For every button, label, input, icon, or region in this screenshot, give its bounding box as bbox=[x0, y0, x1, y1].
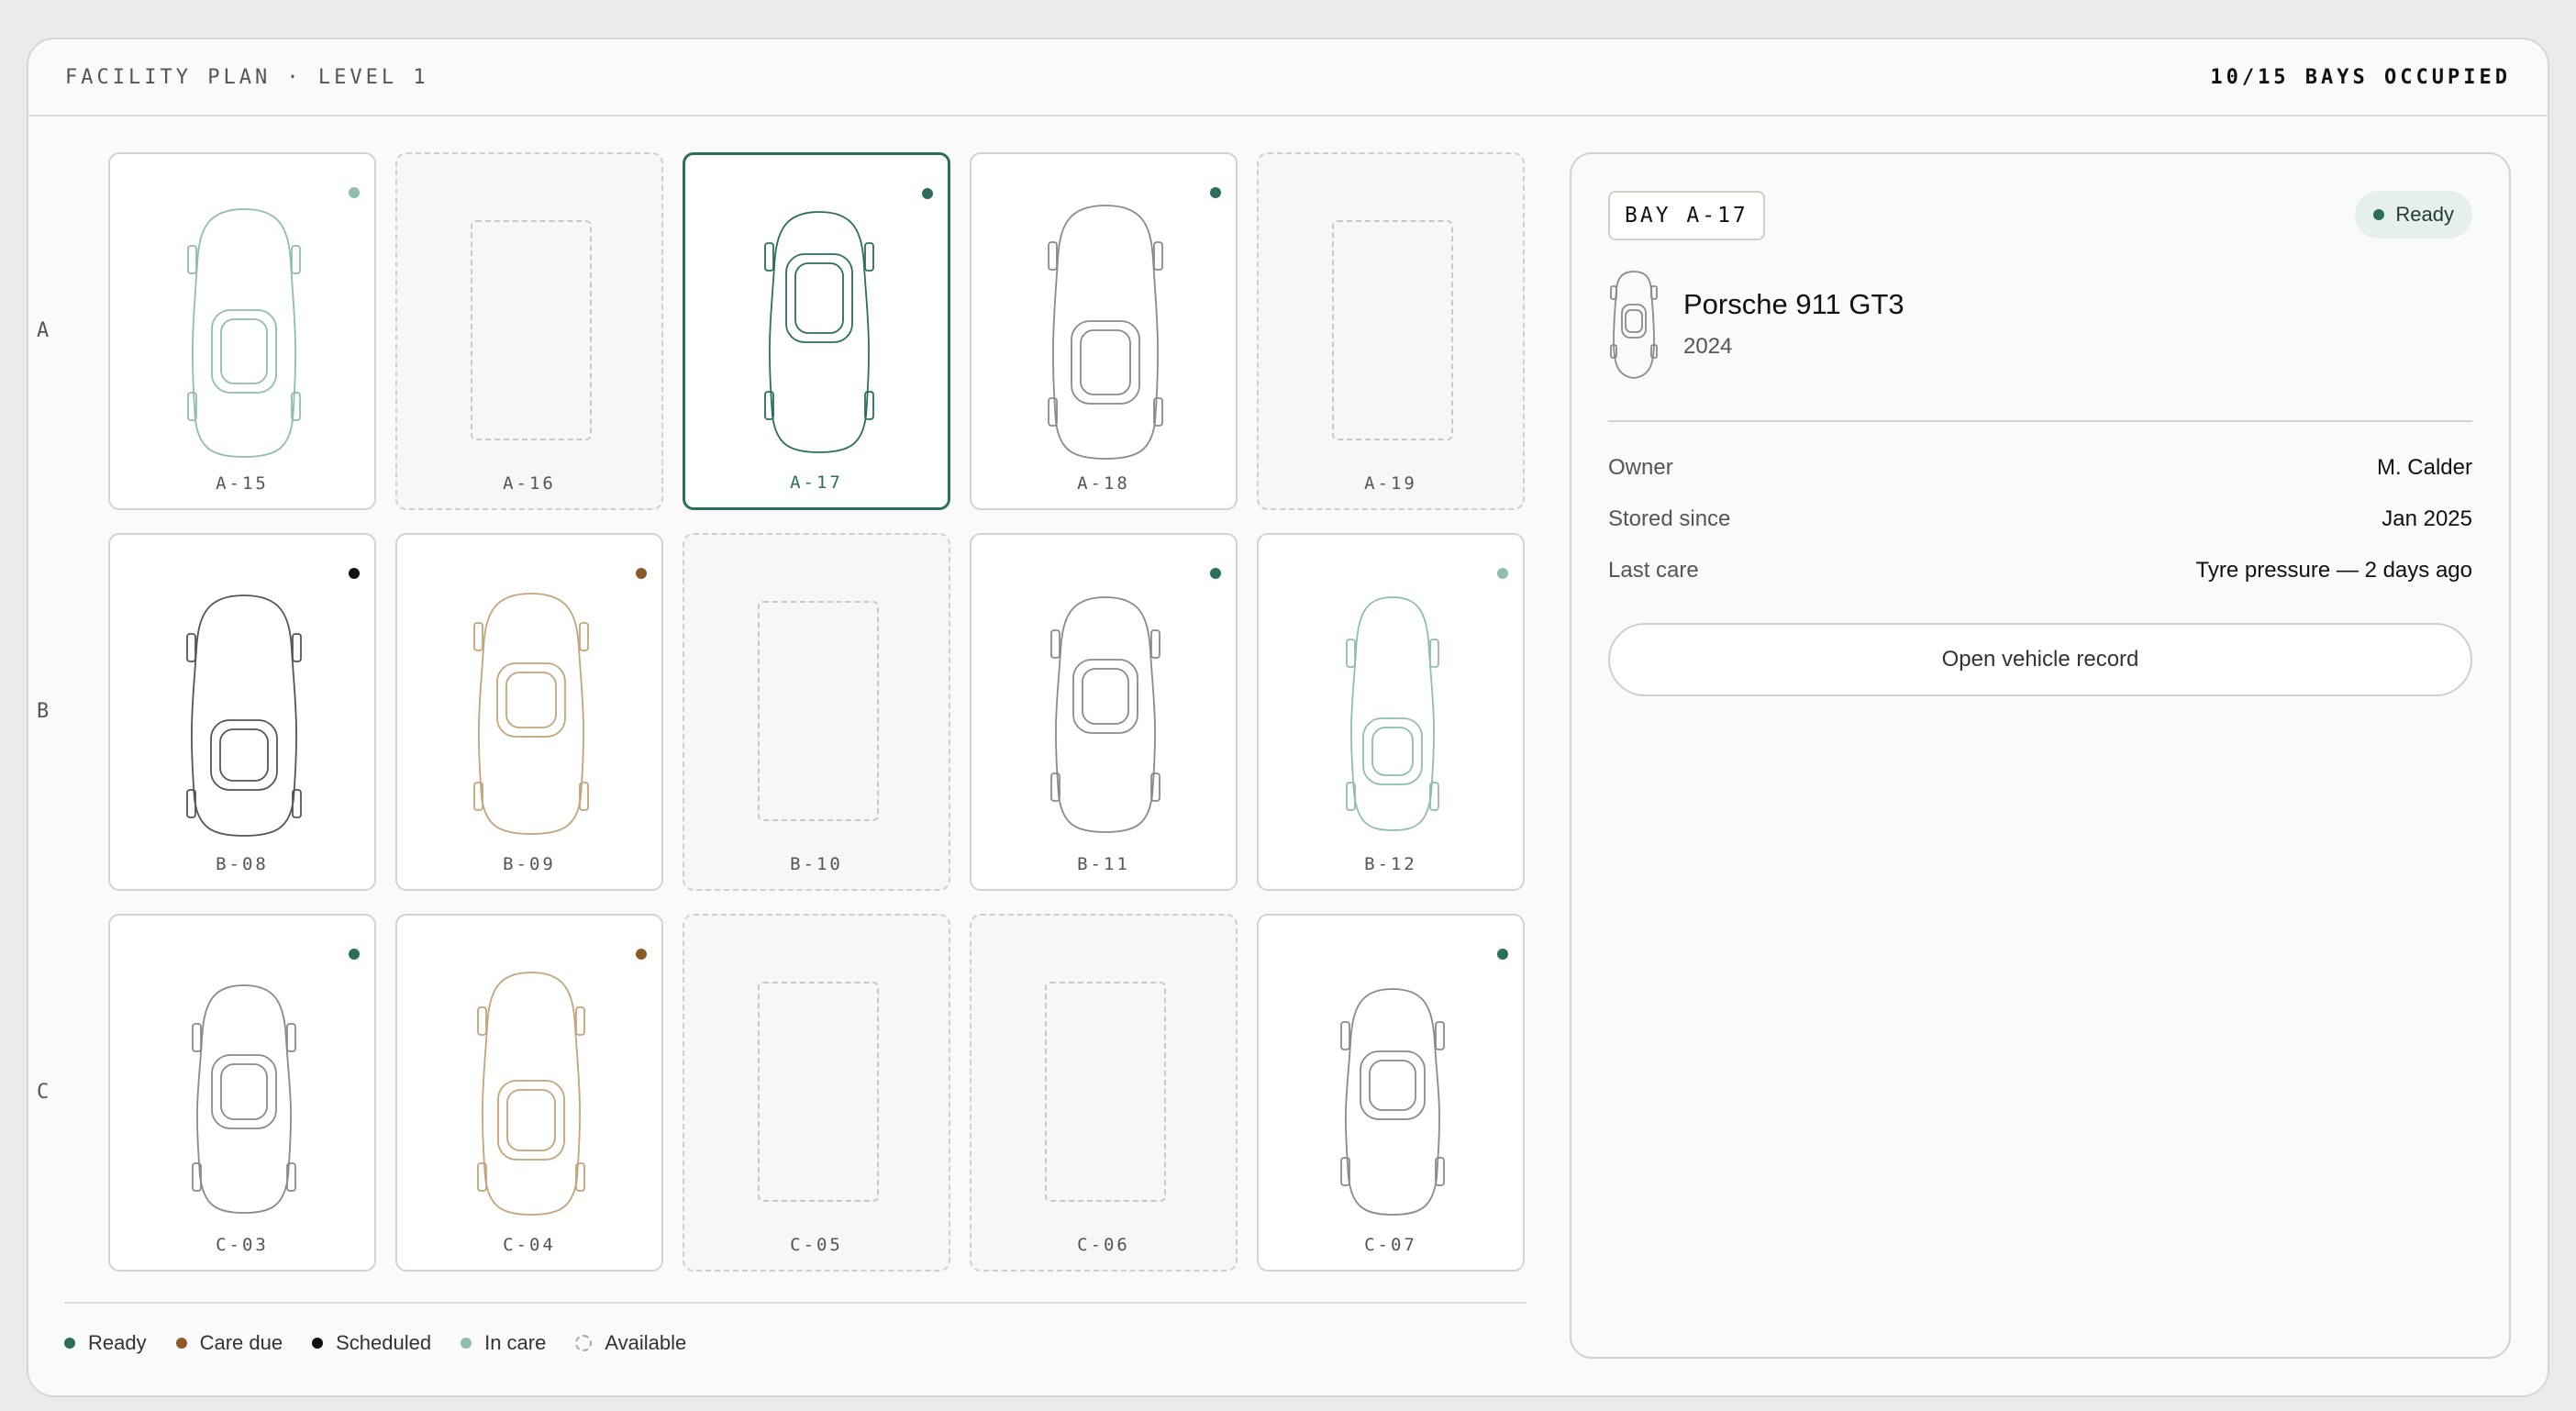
bay-c-06[interactable]: C-06 bbox=[970, 914, 1238, 1272]
status-dot bbox=[349, 568, 360, 579]
car-silhouette-icon bbox=[1050, 596, 1160, 833]
detail-label: Owner bbox=[1608, 455, 1673, 480]
bay-label: B-12 bbox=[1364, 854, 1417, 874]
occupancy-count: 10/15 BAYS OCCUPIED bbox=[2210, 65, 2511, 89]
panel-divider bbox=[1608, 420, 2472, 422]
legend-dot bbox=[175, 1338, 187, 1349]
status-dot bbox=[1210, 568, 1221, 579]
car-silhouette-icon bbox=[1048, 205, 1163, 460]
status-dot bbox=[1210, 187, 1221, 198]
bay-label: C-07 bbox=[1364, 1235, 1417, 1255]
bay-label: C-05 bbox=[790, 1235, 843, 1255]
row-label: C bbox=[37, 1081, 50, 1104]
legend-item-care-due: Care due bbox=[175, 1331, 283, 1355]
detail-value: Jan 2025 bbox=[2382, 506, 2472, 531]
bay-a-17[interactable]: A-17 bbox=[683, 152, 950, 510]
status-legend: Ready Care due Scheduled In care Available bbox=[64, 1331, 686, 1355]
bay-b-12[interactable]: B-12 bbox=[1257, 533, 1525, 891]
bay-a-15[interactable]: A-15 bbox=[108, 152, 376, 510]
legend-dot bbox=[312, 1338, 324, 1349]
vehicle-thumbnail-icon bbox=[1610, 271, 1658, 379]
status-dot bbox=[922, 188, 933, 199]
legend-label: Scheduled bbox=[336, 1331, 432, 1354]
status-dot bbox=[636, 949, 647, 960]
detail-label: Stored since bbox=[1608, 506, 1731, 531]
car-silhouette-icon bbox=[477, 972, 585, 1216]
bay-b-08[interactable]: B-08 bbox=[108, 533, 376, 891]
bay-a-19[interactable]: A-19 bbox=[1257, 152, 1525, 510]
bay-label: B-09 bbox=[503, 854, 556, 874]
legend-item-scheduled: Scheduled bbox=[312, 1331, 431, 1355]
bay-label: C-06 bbox=[1077, 1235, 1130, 1255]
empty-bay-outline bbox=[758, 601, 879, 821]
car-silhouette-icon bbox=[186, 594, 302, 837]
empty-bay-outline bbox=[471, 220, 592, 440]
empty-bay-outline bbox=[1332, 220, 1453, 440]
bay-b-11[interactable]: B-11 bbox=[970, 533, 1238, 891]
vehicle-year: 2024 bbox=[1683, 334, 1733, 359]
bay-c-03[interactable]: C-03 bbox=[108, 914, 376, 1272]
bay-label: C-03 bbox=[216, 1235, 269, 1255]
status-text: Ready bbox=[2395, 203, 2454, 226]
empty-bay-outline bbox=[1045, 982, 1166, 1202]
legend-item-ready: Ready bbox=[64, 1331, 147, 1355]
legend-label: In care bbox=[484, 1331, 547, 1354]
bay-c-04[interactable]: C-04 bbox=[395, 914, 663, 1272]
bay-label: A-18 bbox=[1077, 473, 1130, 494]
empty-bay-outline bbox=[758, 982, 879, 1202]
bay-label: C-04 bbox=[503, 1235, 556, 1255]
bay-c-07[interactable]: C-07 bbox=[1257, 914, 1525, 1272]
bay-label: A-16 bbox=[503, 473, 556, 494]
status-dot bbox=[636, 568, 647, 579]
detail-value: M. Calder bbox=[2376, 455, 2472, 480]
top-bar: FACILITY PLAN · LEVEL 1 10/15 BAYS OCCUP… bbox=[28, 39, 2548, 117]
bay-label: B-10 bbox=[790, 854, 843, 874]
status-dot bbox=[349, 187, 360, 198]
car-silhouette-icon bbox=[187, 208, 301, 458]
bay-a-16[interactable]: A-16 bbox=[395, 152, 663, 510]
car-silhouette-icon bbox=[473, 593, 589, 835]
bay-label: B-11 bbox=[1077, 854, 1130, 874]
bay-label: A-19 bbox=[1364, 473, 1417, 494]
bay-a-18[interactable]: A-18 bbox=[970, 152, 1238, 510]
row-label: B bbox=[37, 700, 50, 723]
open-vehicle-record-button[interactable]: Open vehicle record bbox=[1608, 623, 2472, 696]
row-label: A bbox=[37, 319, 50, 342]
bay-label: A-17 bbox=[790, 472, 843, 493]
status-dot bbox=[1497, 949, 1508, 960]
bay-c-05[interactable]: C-05 bbox=[683, 914, 950, 1272]
legend-dot bbox=[461, 1338, 472, 1349]
status-dot bbox=[349, 949, 360, 960]
status-dot bbox=[1497, 568, 1508, 579]
bay-label: B-08 bbox=[216, 854, 269, 874]
legend-dot bbox=[64, 1338, 75, 1349]
bay-label: A-15 bbox=[216, 473, 269, 494]
vehicle-name: Porsche 911 GT3 bbox=[1683, 288, 1904, 320]
detail-value: Tyre pressure — 2 days ago bbox=[2195, 558, 2472, 583]
bay-b-09[interactable]: B-09 bbox=[395, 533, 663, 891]
detail-label: Last care bbox=[1608, 558, 1699, 583]
status-badge: Ready bbox=[2355, 191, 2472, 239]
legend-item-available: Available bbox=[575, 1331, 686, 1355]
bay-b-10[interactable]: B-10 bbox=[683, 533, 950, 891]
vehicle-detail-panel: BAY A-17 Ready Porsche 911 GT3 2024 Owne… bbox=[1570, 152, 2511, 1359]
legend-dot bbox=[575, 1335, 593, 1351]
car-silhouette-icon bbox=[1340, 988, 1445, 1216]
status-dot bbox=[2373, 209, 2385, 220]
facility-title: FACILITY PLAN · LEVEL 1 bbox=[65, 65, 429, 89]
detail-row-last-care: Last care Tyre pressure — 2 days ago bbox=[1608, 558, 2472, 583]
car-silhouette-icon bbox=[764, 211, 874, 453]
bay-tag: BAY A-17 bbox=[1608, 191, 1765, 240]
legend-label: Available bbox=[605, 1331, 687, 1354]
legend-label: Ready bbox=[88, 1331, 147, 1354]
car-silhouette-icon bbox=[1346, 596, 1439, 831]
detail-row-owner: Owner M. Calder bbox=[1608, 455, 2472, 481]
legend-divider bbox=[64, 1302, 1527, 1304]
car-silhouette-icon bbox=[192, 984, 296, 1214]
legend-label: Care due bbox=[199, 1331, 283, 1354]
detail-row-stored-since: Stored since Jan 2025 bbox=[1608, 506, 2472, 532]
legend-item-in-care: In care bbox=[461, 1331, 546, 1355]
